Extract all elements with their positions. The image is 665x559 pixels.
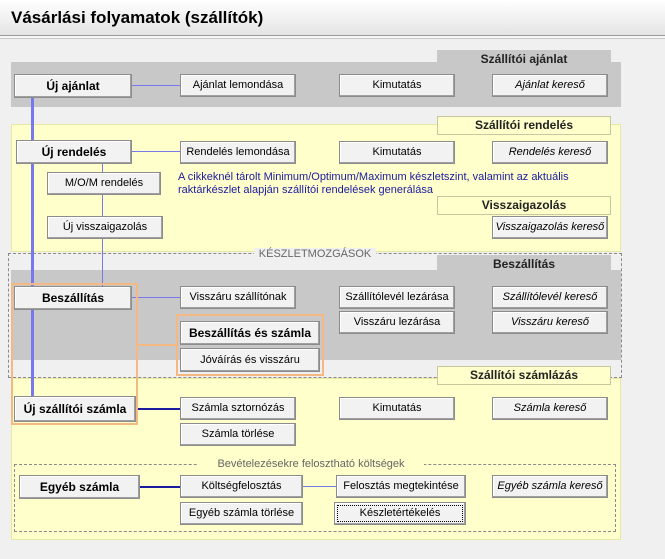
beszallitas-es-szamla-button[interactable]: Beszállítás és számla bbox=[180, 321, 320, 345]
mom-rendeles-button[interactable]: M/O/M rendelés bbox=[47, 172, 161, 195]
rendeles-lemondasa-button[interactable]: Rendelés lemondása bbox=[180, 141, 296, 164]
ajanlat-lemondasa-button[interactable]: Ajánlat lemondása bbox=[180, 74, 296, 97]
szamla-kereso-button[interactable]: Számla kereső bbox=[492, 397, 608, 420]
rendeles-header: Szállítói rendelés bbox=[437, 116, 611, 135]
uj-szallitoi-szamla-button[interactable]: Új szállítói számla bbox=[14, 396, 136, 422]
egyeb-szamla-button[interactable]: Egyéb számla bbox=[19, 475, 140, 499]
visszaru-kereso-button[interactable]: Visszáru kereső bbox=[492, 311, 608, 334]
jovairas-es-visszaru-button[interactable]: Jóváírás és visszáru bbox=[180, 348, 320, 372]
uj-rendeles-button[interactable]: Új rendelés bbox=[16, 140, 132, 164]
flow-line-szamla bbox=[136, 408, 180, 410]
szamlazas-header: Szállítói számlázás bbox=[437, 366, 611, 385]
koltsegfelosztas-button[interactable]: Költségfelosztás bbox=[180, 475, 303, 498]
ajanlat-kereso-button[interactable]: Ajánlat kereső bbox=[492, 74, 608, 97]
egyeb-szamla-kereso-button[interactable]: Egyéb számla kereső bbox=[492, 475, 608, 498]
kimutatas-szamla-button[interactable]: Kimutatás bbox=[339, 397, 455, 420]
flow-line-egyeb bbox=[140, 486, 180, 488]
window-title: Vásárlási folyamatok (szállítók) bbox=[0, 0, 665, 36]
felosztas-megtekintese-button[interactable]: Felosztás megtekintése bbox=[336, 475, 466, 498]
egyeb-szamla-torlese-button[interactable]: Egyéb számla törlése bbox=[180, 502, 303, 525]
visszaigazolas-header: Visszaigazolás bbox=[437, 196, 611, 215]
keszletmozgasok-legend: KÉSZLETMOZGÁSOK bbox=[254, 248, 376, 260]
szamla-torlese-button[interactable]: Számla törlése bbox=[180, 423, 296, 446]
visszaigazolas-kereso-button[interactable]: Visszaigazolás kereső bbox=[492, 216, 608, 239]
beszallitas-header: Beszállítás bbox=[437, 255, 611, 273]
szallitolevel-lezarasa-button[interactable]: Szállítólevél lezárása bbox=[339, 286, 455, 309]
rendeles-kereso-button[interactable]: Rendelés kereső bbox=[492, 141, 608, 164]
kimutatas-ajanlat-button[interactable]: Kimutatás bbox=[339, 74, 455, 97]
mom-note: A cikkeknél tárolt Minimum/Optimum/Maxim… bbox=[178, 171, 569, 196]
flow-line-ajanlat bbox=[130, 85, 180, 86]
ajanlat-header: Szállítói ajánlat bbox=[437, 50, 611, 68]
szamla-sztornozas-button[interactable]: Számla sztornózás bbox=[180, 397, 296, 420]
beszallitas-button[interactable]: Beszállítás bbox=[14, 286, 132, 310]
visszaru-lezarasa-button[interactable]: Visszáru lezárása bbox=[339, 311, 455, 334]
uj-visszaigazolas-button[interactable]: Új visszaigazolás bbox=[47, 216, 163, 239]
title-separator bbox=[0, 36, 665, 39]
highlight-connector bbox=[136, 344, 178, 346]
keszletertekeles-button[interactable]: Készletértékelés bbox=[334, 502, 466, 525]
flow-line-rendeles bbox=[132, 151, 180, 152]
flow-line-felosztas bbox=[303, 486, 336, 487]
szallitolevel-kereso-button[interactable]: Szállítólevél kereső bbox=[492, 286, 608, 309]
kimutatas-rendeles-button[interactable]: Kimutatás bbox=[339, 141, 455, 164]
uj-ajanlat-button[interactable]: Új ajánlat bbox=[14, 74, 132, 98]
visszaru-szallitonak-button[interactable]: Visszáru szállítónak bbox=[180, 286, 296, 309]
koltsegek-legend: Bevételezésekre felosztható költségek bbox=[198, 458, 424, 470]
